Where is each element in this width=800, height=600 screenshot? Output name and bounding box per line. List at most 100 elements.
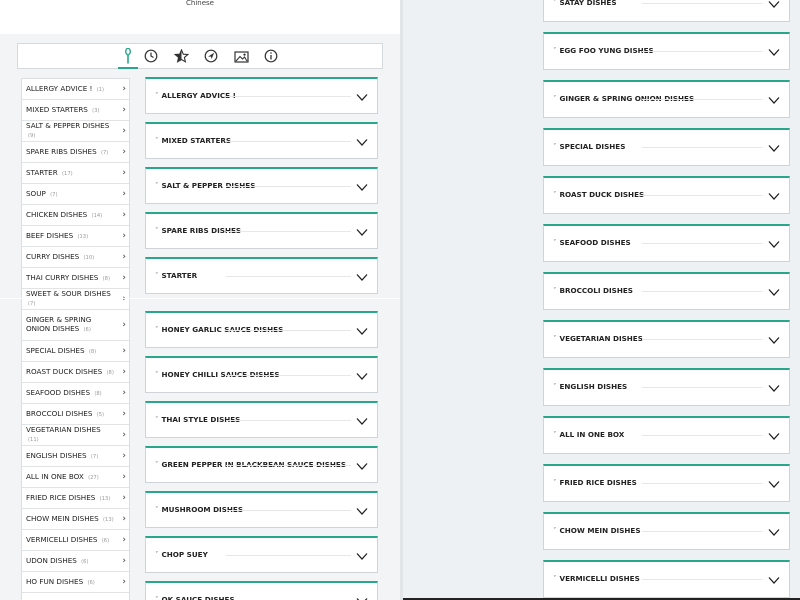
tab-gallery[interactable] xyxy=(228,44,254,68)
category-item[interactable]: ROAST DUCK DISHES (8) › xyxy=(22,362,129,383)
menu-section-header[interactable]: ˇ EGG FOO YUNG DISHES xyxy=(543,32,790,70)
category-item[interactable]: HO FUN DISHES (6) › xyxy=(22,572,129,593)
restaurant-tab-bar xyxy=(17,43,383,69)
menu-section-header[interactable]: ˇ CHOW MEIN DISHES xyxy=(543,512,790,550)
expand-chevron-icon[interactable] xyxy=(768,144,780,153)
menu-section-header[interactable]: ˇ CHOP SUEY xyxy=(145,536,378,573)
chevron-down-icon: ˇ xyxy=(553,143,557,151)
category-item[interactable]: SPECIAL DISHES (8) › xyxy=(22,341,129,362)
tab-info[interactable] xyxy=(258,44,284,68)
menu-section-title: ˇ MIXED STARTERS xyxy=(155,136,231,146)
menu-section-header[interactable]: ˇ BROCCOLI DISHES xyxy=(543,272,790,310)
expand-chevron-icon[interactable] xyxy=(768,240,780,249)
menu-section-label: ALL IN ONE BOX xyxy=(559,430,625,439)
category-item[interactable]: CHOW MEIN DISHES (13) › xyxy=(22,509,129,530)
menu-section-header[interactable]: ˇ SALT & PEPPER DISHES xyxy=(145,167,378,204)
menu-section-header[interactable]: ˇGREEN PEPPER IN BLACKBEAN SAUCE DISHES xyxy=(145,446,378,483)
category-item[interactable]: SWEET & SOUR DISHES (7) › xyxy=(22,289,129,310)
expand-chevron-icon[interactable] xyxy=(768,528,780,537)
category-item[interactable]: SPARE RIBS DISHES (7) › xyxy=(22,142,129,163)
expand-chevron-icon[interactable] xyxy=(356,327,368,336)
category-count: (11) xyxy=(28,437,39,443)
menu-section-header[interactable]: ˇ OK SAUCE DISHES xyxy=(145,581,378,600)
category-item[interactable]: GINGER & SPRING ONION DISHES (6) › xyxy=(22,310,129,341)
category-label: VERMICELLI DISHES xyxy=(26,534,98,544)
category-count: (7) xyxy=(50,191,58,198)
expand-chevron-icon[interactable] xyxy=(356,372,368,381)
menu-section-header[interactable]: ˇ VERMICELLI DISHES xyxy=(543,560,790,598)
expand-chevron-icon[interactable] xyxy=(768,288,780,297)
expand-chevron-icon[interactable] xyxy=(356,462,368,471)
category-count: (9) xyxy=(28,133,36,139)
category-item[interactable]: STARTER (17) › xyxy=(22,163,129,184)
category-text: ENGLISH DISHES (7) xyxy=(26,451,98,462)
menu-section-header[interactable]: ˇ SATAY DISHES xyxy=(543,0,790,22)
category-count: (14) xyxy=(91,212,103,219)
tab-opening-hours[interactable] xyxy=(138,44,164,68)
menu-section-header[interactable]: ˇ SPECIAL DISHES xyxy=(543,128,790,166)
expand-chevron-icon[interactable] xyxy=(768,48,780,57)
category-item[interactable]: SOUP (7) › xyxy=(22,184,129,205)
category-text: CHICKEN DISHES (14) xyxy=(26,210,102,221)
category-count: (3) xyxy=(92,107,100,114)
category-item[interactable]: ALLERGY ADVICE ! (1) › xyxy=(22,79,129,100)
menu-section-header[interactable]: ˇ ALLERGY ADVICE ! xyxy=(145,77,378,114)
chevron-down-icon: ˇ xyxy=(553,239,557,247)
menu-section-header[interactable]: ˇ STARTER xyxy=(145,257,378,294)
chevron-down-icon: ˇ xyxy=(155,137,159,145)
category-item[interactable]: MIXED STARTERS (3) › xyxy=(22,100,129,121)
expand-chevron-icon[interactable] xyxy=(768,0,780,9)
expand-chevron-icon[interactable] xyxy=(768,336,780,345)
menu-section-header[interactable]: ˇ ENGLISH DISHES xyxy=(543,368,790,406)
menu-section-header[interactable]: ˇ VEGETARIAN DISHES xyxy=(543,320,790,358)
left-pane: Chinese ALLERGY ADVICE ! (1) › MIXED STA… xyxy=(0,0,400,600)
expand-chevron-icon[interactable] xyxy=(768,192,780,201)
expand-chevron-icon[interactable] xyxy=(768,96,780,105)
category-item[interactable]: EXTRA PORTIONS (20)› xyxy=(22,593,129,600)
tab-reviews[interactable] xyxy=(168,44,194,68)
category-label: ROAST DUCK DISHES xyxy=(26,366,103,376)
expand-chevron-icon[interactable] xyxy=(356,228,368,237)
chevron-down-icon: ˇ xyxy=(553,383,557,391)
category-item[interactable]: VEGETARIAN DISHES (11) › xyxy=(22,425,129,446)
expand-chevron-icon[interactable] xyxy=(356,417,368,426)
menu-section-header[interactable]: ˇ HONEY GARLIC SAUCE DISHES xyxy=(145,311,378,348)
category-item[interactable]: CHICKEN DISHES (14) › xyxy=(22,205,129,226)
expand-chevron-icon[interactable] xyxy=(356,552,368,561)
menu-section-header[interactable]: ˇ SPARE RIBS DISHES xyxy=(145,212,378,249)
category-item[interactable]: UDON DISHES (6) › xyxy=(22,551,129,572)
tab-location[interactable] xyxy=(198,44,224,68)
menu-section-header[interactable]: ˇ ROAST DUCK DISHES xyxy=(543,176,790,214)
expand-chevron-icon[interactable] xyxy=(768,384,780,393)
category-item[interactable]: ALL IN ONE BOX (27) › xyxy=(22,467,129,488)
category-text: SPECIAL DISHES (8) xyxy=(26,346,96,357)
category-item[interactable]: CURRY DISHES (10) › xyxy=(22,247,129,268)
menu-section-header[interactable]: ˇ MUSHROOM DISHES xyxy=(145,491,378,528)
menu-section-header[interactable]: ˇ THAI STYLE DISHES xyxy=(145,401,378,438)
category-item[interactable]: BEEF DISHES (13) › xyxy=(22,226,129,247)
expand-chevron-icon[interactable] xyxy=(768,480,780,489)
expand-chevron-icon[interactable] xyxy=(768,576,780,585)
section-divider xyxy=(226,330,351,331)
menu-section-header[interactable]: ˇ FRIED RICE DISHES xyxy=(543,464,790,502)
expand-chevron-icon[interactable] xyxy=(356,138,368,147)
category-item[interactable]: VERMICELLI DISHES (6) › xyxy=(22,530,129,551)
menu-section-header[interactable]: ˇ MIXED STARTERS xyxy=(145,122,378,159)
expand-chevron-icon[interactable] xyxy=(356,183,368,192)
expand-chevron-icon[interactable] xyxy=(768,432,780,441)
menu-section-header[interactable]: ˇ ALL IN ONE BOX xyxy=(543,416,790,454)
category-item[interactable]: SALT & PEPPER DISHES (9) › xyxy=(22,121,129,142)
chevron-down-icon: ˇ xyxy=(553,479,557,487)
category-item[interactable]: SEAFOOD DISHES (8) › xyxy=(22,383,129,404)
category-item[interactable]: ENGLISH DISHES (7) › xyxy=(22,446,129,467)
category-item[interactable]: FRIED RICE DISHES (13) › xyxy=(22,488,129,509)
menu-section-header[interactable]: ˇ SEAFOOD DISHES xyxy=(543,224,790,262)
category-item[interactable]: THAI CURRY DISHES (8) › xyxy=(22,268,129,289)
menu-section-header[interactable]: ˇ HONEY CHILLI SAUCE DISHES xyxy=(145,356,378,393)
expand-chevron-icon[interactable] xyxy=(356,273,368,282)
expand-chevron-icon[interactable] xyxy=(356,507,368,516)
category-label: SWEET & SOUR DISHES xyxy=(26,289,111,298)
menu-section-header[interactable]: ˇ GINGER & SPRING ONION DISHES xyxy=(543,80,790,118)
expand-chevron-icon[interactable] xyxy=(356,93,368,102)
category-item[interactable]: BROCCOLI DISHES (5) › xyxy=(22,404,129,425)
